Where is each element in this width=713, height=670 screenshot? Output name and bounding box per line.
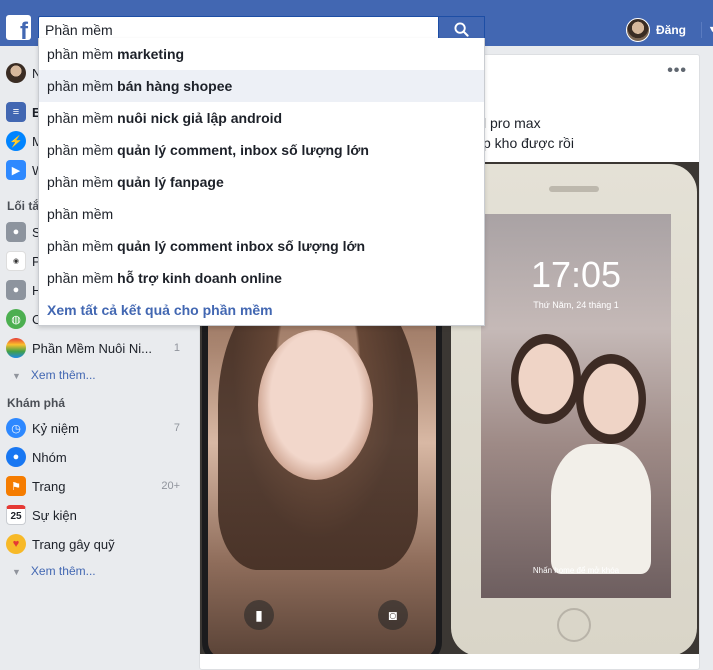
- suggestion-item[interactable]: phần mềm quản lý comment, inbox số lượng …: [39, 134, 484, 166]
- sidebar-item-shortcut[interactable]: Phần Mềm Nuôi Ni... 1: [6, 336, 186, 360]
- chevron-down-icon: ▼: [12, 567, 21, 577]
- suggestion-item[interactable]: phần mềm marketing: [39, 38, 484, 70]
- see-more-link[interactable]: ▼ Xem thêm...: [12, 564, 96, 578]
- suggestion-item[interactable]: phần mềm bán hàng shopee: [39, 70, 484, 102]
- suggestion-term: marketing: [117, 46, 185, 62]
- profile-link[interactable]: Đăng: [626, 18, 686, 42]
- more-options-icon[interactable]: •••: [667, 62, 687, 80]
- suggestion-prefix: phần mềm: [47, 46, 114, 62]
- sidebar-item-label: Phần Mềm Nuôi Ni...: [32, 340, 152, 356]
- avatar: [626, 18, 650, 42]
- watch-icon: ▶: [6, 160, 26, 180]
- post-text-line: p kho được rồi: [483, 135, 574, 151]
- shortcuts-heading: Lối tắ: [7, 199, 39, 213]
- suggestion-prefix: phần mềm: [47, 270, 114, 286]
- suggestion-prefix: phần mềm: [47, 142, 114, 158]
- suggestion-prefix: phần mềm: [47, 206, 114, 222]
- see-more-label: Xem thêm...: [30, 368, 96, 382]
- suggestion-item[interactable]: phần mềm: [39, 198, 484, 230]
- lock-screen: 17:05 Thứ Năm, 24 tháng 1 Nhấn home để m…: [481, 214, 671, 598]
- suggestion-item[interactable]: phần mềm quản lý fanpage: [39, 166, 484, 198]
- see-all-results-link[interactable]: Xem tất cả kết quả cho phần mềm: [39, 294, 484, 326]
- suggestion-term: quản lý comment inbox số lượng lớn: [117, 238, 365, 254]
- flag-icon: ⚑: [6, 476, 26, 496]
- suggestion-term: quản lý comment, inbox số lượng lớn: [117, 142, 369, 158]
- photo-detail: [549, 186, 599, 192]
- sidebar-item-count: 7: [173, 422, 180, 434]
- avatar: [6, 63, 26, 83]
- messenger-icon: ⚡: [6, 131, 26, 151]
- lock-screen-time: 17:05: [530, 254, 622, 295]
- group-icon: [6, 338, 26, 358]
- photo-detail: [551, 444, 651, 574]
- globe-icon: ◍: [6, 309, 26, 329]
- clock-icon: ◷: [6, 418, 26, 438]
- divider: [701, 22, 702, 38]
- sidebar-item-fundraisers[interactable]: ♥ Trang gây quỹ: [6, 532, 186, 556]
- search-icon: [454, 22, 469, 37]
- page-logo-icon: ◉: [6, 251, 26, 271]
- lock-screen-date: Thứ Năm, 24 tháng 1: [533, 300, 619, 310]
- suggestion-term: hỗ trợ kinh doanh online: [117, 270, 282, 286]
- chevron-down-icon: ▼: [12, 371, 21, 381]
- sidebar-item-label: Trang: [32, 478, 66, 494]
- calendar-icon: 25: [6, 505, 26, 525]
- see-more-label: Xem thêm...: [30, 564, 96, 578]
- see-more-link[interactable]: ▼ Xem thêm...: [12, 368, 96, 382]
- sidebar-item-label: Kỷ niệm: [32, 420, 79, 436]
- chevron-down-icon[interactable]: ▼: [708, 24, 713, 34]
- photo-detail: [511, 334, 581, 424]
- suggestion-prefix: phần mềm: [47, 78, 114, 94]
- sidebar-item-groups[interactable]: ● Nhóm: [6, 445, 186, 469]
- flashlight-icon: ▮: [244, 600, 274, 630]
- sidebar-item-events[interactable]: 25 Sự kiện: [6, 503, 186, 527]
- explore-heading: Khám phá: [7, 396, 66, 410]
- sidebar-item-pages[interactable]: ⚑ Trang 20+: [6, 474, 186, 498]
- home-button-icon: [557, 608, 591, 642]
- news-feed-icon: ≡: [6, 102, 26, 122]
- facebook-logo-icon[interactable]: f: [6, 15, 31, 40]
- user-name: Đăng: [656, 23, 686, 37]
- suggestion-prefix: phần mềm: [47, 174, 114, 190]
- photo-detail: [576, 354, 646, 444]
- groups-icon: ●: [6, 447, 26, 467]
- suggestion-term: nuôi nick giả lập android: [117, 110, 283, 126]
- sidebar-item-label: Nhóm: [32, 449, 67, 465]
- post-text-line: l pro max: [483, 115, 541, 131]
- sidebar-item-label: Trang gây quỹ: [32, 536, 115, 552]
- suggestion-item[interactable]: phần mềm nuôi nick giả lập android: [39, 102, 484, 134]
- suggestion-item[interactable]: phần mềm hỗ trợ kinh doanh online: [39, 262, 484, 294]
- sidebar-item-count: 1: [173, 342, 180, 354]
- suggestion-term: bán hàng shopee: [117, 78, 233, 94]
- suggestion-prefix: phần mềm: [47, 110, 114, 126]
- group-icon: ●: [6, 280, 26, 300]
- suggestion-prefix: phần mềm: [47, 238, 114, 254]
- sidebar-item-memories[interactable]: ◷ Kỷ niệm 7: [6, 416, 186, 440]
- lock-screen-hint: Nhấn home để mở khóa: [532, 566, 620, 575]
- camera-icon: ◙: [378, 600, 408, 630]
- phone-image-right: 17:05 Thứ Năm, 24 tháng 1 Nhấn home để m…: [451, 164, 697, 654]
- group-icon: ●: [6, 222, 26, 242]
- sidebar-item-count: 20+: [161, 480, 180, 492]
- suggestion-term: quản lý fanpage: [117, 174, 224, 190]
- suggestion-item[interactable]: phần mềm quản lý comment inbox số lượng l…: [39, 230, 484, 262]
- photo-detail: [258, 330, 373, 480]
- search-suggestions: phần mềm marketing phần mềm bán hàng shope…: [38, 38, 485, 326]
- heart-icon: ♥: [6, 534, 26, 554]
- sidebar-item-label: Sự kiện: [32, 507, 77, 523]
